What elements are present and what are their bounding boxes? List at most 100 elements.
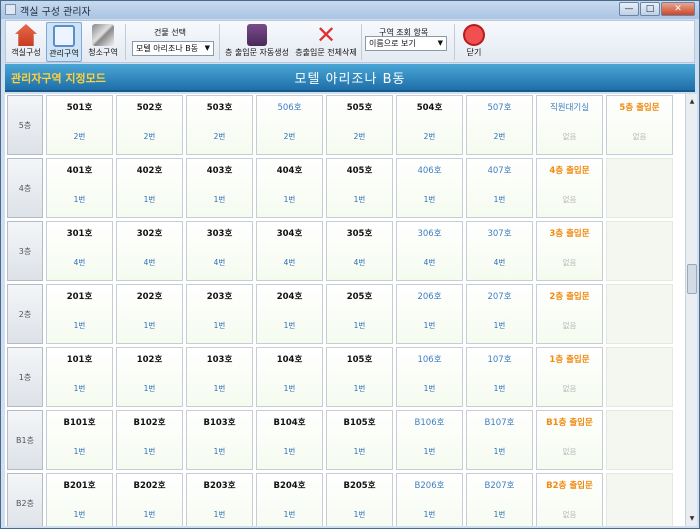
scroll-thumb[interactable] <box>687 264 697 294</box>
room-cell[interactable]: 201호 1번 <box>46 284 113 344</box>
clean-zone-button[interactable]: 청소구역 <box>84 22 122 62</box>
room-cell[interactable]: 301호 4번 <box>46 221 113 281</box>
room-cell[interactable]: B1층 출입문 없음 <box>536 410 603 470</box>
room-cell[interactable]: B205호 1번 <box>326 473 393 526</box>
room-cell[interactable]: 103호 1번 <box>186 347 253 407</box>
room-cell[interactable]: 504호 2번 <box>396 95 463 155</box>
room-name: 303호 <box>206 229 233 239</box>
room-cell[interactable]: 202호 1번 <box>116 284 183 344</box>
floor-label[interactable]: B1층 <box>7 410 43 470</box>
room-zone: 2번 <box>353 132 366 141</box>
room-cell[interactable]: 501호 2번 <box>46 95 113 155</box>
room-config-button[interactable]: 객실구성 <box>8 22 44 62</box>
scroll-up-icon[interactable]: ▲ <box>687 96 697 107</box>
room-cell[interactable]: 307호 4번 <box>466 221 533 281</box>
floor-row: B1층 B101호 1번 B102호 1번 B103호 1번 B104호 1번 B105호 1번 B1… <box>7 409 683 471</box>
room-zone: 1번 <box>73 510 86 519</box>
floor-label[interactable]: 1층 <box>7 347 43 407</box>
room-cell[interactable]: 106호 1번 <box>396 347 463 407</box>
room-cell[interactable]: 206호 1번 <box>396 284 463 344</box>
zone-view-select[interactable]: 이름으로 보기 ▼ <box>365 36 447 51</box>
room-cell[interactable]: 102호 1번 <box>116 347 183 407</box>
room-zone: 1번 <box>143 195 156 204</box>
room-name: 3층 출입문 <box>549 229 590 239</box>
room-cell[interactable]: 303호 4번 <box>186 221 253 281</box>
empty-cell <box>606 284 673 344</box>
room-cell[interactable]: 505호 2번 <box>326 95 393 155</box>
floor-label[interactable]: 4층 <box>7 158 43 218</box>
room-cell[interactable]: 203호 1번 <box>186 284 253 344</box>
room-cell[interactable]: 207호 1번 <box>466 284 533 344</box>
floor-label[interactable]: 2층 <box>7 284 43 344</box>
close-window-button[interactable]: ✕ <box>661 2 695 16</box>
room-name: 4층 출입문 <box>549 166 590 176</box>
room-cell[interactable]: B2층 출입문 없음 <box>536 473 603 526</box>
building-select[interactable]: 모텔 아리조나 B동 ▼ <box>132 41 214 56</box>
room-cell[interactable]: 107호 1번 <box>466 347 533 407</box>
room-name: B205호 <box>343 481 376 491</box>
room-cell[interactable]: 401호 1번 <box>46 158 113 218</box>
room-cell[interactable]: 302호 4번 <box>116 221 183 281</box>
room-cell[interactable]: 502호 2번 <box>116 95 183 155</box>
auto-create-doors-button[interactable]: 층 출입문 자동생성 <box>222 22 292 62</box>
manage-zone-button[interactable]: 관리구역 <box>46 22 82 62</box>
room-cell[interactable]: B104호 1번 <box>256 410 323 470</box>
room-cell[interactable]: 101호 1번 <box>46 347 113 407</box>
auto-create-label: 층 출입문 자동생성 <box>225 48 289 57</box>
room-cell[interactable]: B107호 1번 <box>466 410 533 470</box>
room-cell[interactable]: 104호 1번 <box>256 347 323 407</box>
room-name: 2층 출입문 <box>549 292 590 302</box>
room-cell[interactable]: B202호 1번 <box>116 473 183 526</box>
room-cell[interactable]: B204호 1번 <box>256 473 323 526</box>
floor-label[interactable]: 3층 <box>7 221 43 281</box>
room-cell[interactable]: 404호 1번 <box>256 158 323 218</box>
delete-all-doors-button[interactable]: ✕ 층출입문 전체삭제 <box>294 22 358 62</box>
room-cell[interactable]: 204호 1번 <box>256 284 323 344</box>
room-cell[interactable]: 402호 1번 <box>116 158 183 218</box>
room-cell[interactable]: 306호 4번 <box>396 221 463 281</box>
room-cell[interactable]: B102호 1번 <box>116 410 183 470</box>
room-cell[interactable]: B101호 1번 <box>46 410 113 470</box>
room-cell[interactable]: B207호 1번 <box>466 473 533 526</box>
room-cell[interactable]: B201호 1번 <box>46 473 113 526</box>
floor-label[interactable]: 5층 <box>7 95 43 155</box>
room-name: 503호 <box>206 103 233 113</box>
room-name: B105호 <box>343 418 376 428</box>
room-cell[interactable]: 205호 1번 <box>326 284 393 344</box>
room-cell[interactable]: 403호 1번 <box>186 158 253 218</box>
room-cell[interactable]: 503호 2번 <box>186 95 253 155</box>
room-zone: 1번 <box>493 384 506 393</box>
room-cell[interactable]: B105호 1번 <box>326 410 393 470</box>
empty-cell <box>606 347 673 407</box>
room-zone: 1번 <box>283 447 296 456</box>
floor-label[interactable]: B2층 <box>7 473 43 526</box>
room-cell[interactable]: 506호 2번 <box>256 95 323 155</box>
room-cell[interactable]: B106호 1번 <box>396 410 463 470</box>
room-cell[interactable]: B203호 1번 <box>186 473 253 526</box>
room-cell[interactable]: 305호 4번 <box>326 221 393 281</box>
vertical-scrollbar[interactable]: ▲ ▼ <box>685 94 697 526</box>
maximize-button[interactable]: □ <box>640 2 660 16</box>
room-cell[interactable]: 407호 1번 <box>466 158 533 218</box>
room-cell[interactable]: 3층 출입문 없음 <box>536 221 603 281</box>
room-zone: 1번 <box>143 447 156 456</box>
room-config-label: 객실구성 <box>11 48 41 57</box>
scroll-down-icon[interactable]: ▼ <box>687 513 697 524</box>
room-cell[interactable]: 5층 출입문 없음 <box>606 95 673 155</box>
app-icon <box>5 4 16 15</box>
room-cell[interactable]: 105호 1번 <box>326 347 393 407</box>
close-button[interactable]: 닫기 <box>458 22 490 62</box>
room-cell[interactable]: 304호 4번 <box>256 221 323 281</box>
room-cell[interactable]: 405호 1번 <box>326 158 393 218</box>
room-cell[interactable]: 4층 출입문 없음 <box>536 158 603 218</box>
room-cell[interactable]: 406호 1번 <box>396 158 463 218</box>
room-cell[interactable]: 직원대기실 없음 <box>536 95 603 155</box>
room-cell[interactable]: 2층 출입문 없음 <box>536 284 603 344</box>
room-cell[interactable]: 507호 2번 <box>466 95 533 155</box>
room-cell[interactable]: 1층 출입문 없음 <box>536 347 603 407</box>
room-zone: 4번 <box>353 258 366 267</box>
room-cell[interactable]: B103호 1번 <box>186 410 253 470</box>
room-cell[interactable]: B206호 1번 <box>396 473 463 526</box>
room-name: 204호 <box>276 292 303 302</box>
minimize-button[interactable]: — <box>619 2 639 16</box>
